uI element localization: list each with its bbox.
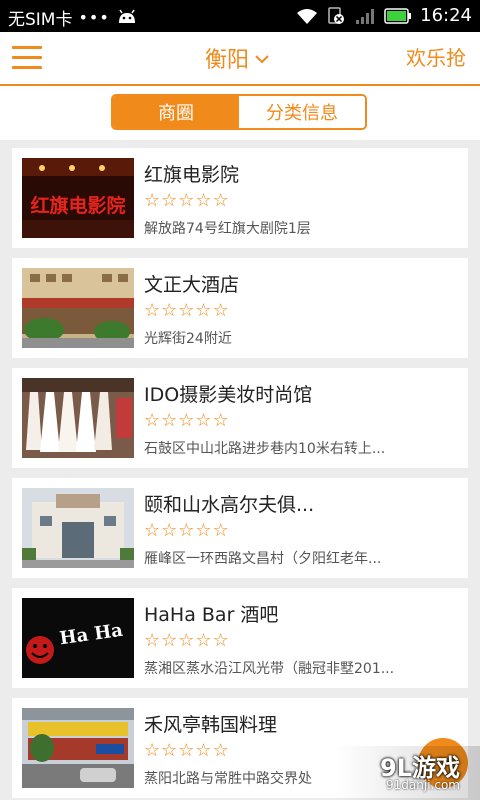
star-icon: ☆	[144, 520, 161, 541]
star-icon: ☆	[178, 300, 195, 321]
star-icon: ☆	[161, 300, 178, 321]
star-icon: ☆	[144, 410, 161, 431]
carrier-label: 无SIM卡	[8, 10, 73, 30]
thumbnail-hotel	[22, 268, 134, 348]
star-icon: ☆	[161, 520, 178, 541]
rating-stars: ☆ ☆ ☆ ☆ ☆	[144, 632, 229, 650]
star-icon: ☆	[178, 740, 195, 761]
item-title: 禾风亭韩国料理	[144, 714, 278, 736]
tab-business-district[interactable]: 商圈	[113, 96, 239, 128]
watermark-sub: 91danji.com	[386, 778, 460, 792]
list-item[interactable]: 红旗电影院 红旗电影院 ☆ ☆ ☆ ☆ ☆ 解放路74号红旗大剧院1层	[12, 148, 468, 248]
watermark: 9L游戏 91danji.com	[334, 746, 480, 800]
wifi-icon	[296, 7, 318, 25]
star-icon: ☆	[195, 410, 212, 431]
star-icon: ☆	[144, 740, 161, 761]
item-title: IDO摄影美妆时尚馆	[144, 384, 313, 406]
item-title: 红旗电影院	[144, 164, 240, 186]
item-address: 光辉街24附近	[144, 331, 232, 347]
cinema-sign-text: 红旗电影院	[30, 194, 125, 217]
happy-grab-link[interactable]: 欢乐抢	[406, 42, 466, 71]
city-selector[interactable]: 衡阳	[205, 42, 269, 74]
star-icon: ☆	[161, 740, 178, 761]
thumbnail-cinema: 红旗电影院	[22, 158, 134, 238]
star-icon: ☆	[212, 190, 229, 211]
star-icon: ☆	[212, 630, 229, 651]
list-item[interactable]: 颐和山水高尔夫俱... ☆ ☆ ☆ ☆ ☆ 雁峰区一环西路文昌村（夕阳红老年..…	[12, 478, 468, 578]
rating-stars: ☆ ☆ ☆ ☆ ☆	[144, 412, 229, 430]
item-title: 文正大酒店	[144, 274, 240, 296]
no-sim-icon	[326, 6, 346, 26]
star-icon: ☆	[212, 410, 229, 431]
status-right: 16:24	[296, 5, 472, 26]
status-dots: •••	[78, 8, 110, 27]
top-navbar: 衡阳 欢乐抢	[0, 32, 480, 86]
star-icon: ☆	[195, 630, 212, 651]
rating-stars: ☆ ☆ ☆ ☆ ☆	[144, 522, 229, 540]
star-icon: ☆	[144, 630, 161, 651]
thumbnail-golf-club	[22, 488, 134, 568]
segment-bar: 商圈 分类信息	[0, 86, 480, 140]
android-icon	[116, 9, 138, 27]
status-left: 无SIM卡 •••	[8, 5, 138, 30]
star-icon: ☆	[161, 190, 178, 211]
status-bar: 无SIM卡 ••• 16:24	[0, 0, 480, 32]
star-icon: ☆	[212, 520, 229, 541]
star-icon: ☆	[195, 190, 212, 211]
star-icon: ☆	[144, 190, 161, 211]
star-icon: ☆	[161, 630, 178, 651]
rating-stars: ☆ ☆ ☆ ☆ ☆	[144, 302, 229, 320]
star-icon: ☆	[161, 410, 178, 431]
chevron-down-icon	[255, 52, 269, 68]
tab-category-info[interactable]: 分类信息	[239, 96, 365, 128]
rating-stars: ☆ ☆ ☆ ☆ ☆	[144, 742, 229, 760]
star-icon: ☆	[178, 630, 195, 651]
hamburger-icon[interactable]	[12, 46, 42, 70]
city-label: 衡阳	[205, 48, 250, 73]
item-address: 雁峰区一环西路文昌村（夕阳红老年...	[144, 551, 382, 567]
list-item[interactable]: 文正大酒店 ☆ ☆ ☆ ☆ ☆ 光辉街24附近	[12, 258, 468, 358]
item-address: 蒸阳北路与常胜中路交界处	[144, 771, 312, 787]
thumbnail-korean-restaurant	[22, 708, 134, 788]
signal-icon	[354, 7, 376, 25]
star-icon: ☆	[212, 300, 229, 321]
star-icon: ☆	[195, 300, 212, 321]
star-icon: ☆	[195, 740, 212, 761]
thumbnail-bar: Ha Ha	[22, 598, 134, 678]
clock: 16:24	[420, 5, 472, 26]
segment-control: 商圈 分类信息	[111, 94, 367, 130]
item-title: 颐和山水高尔夫俱...	[144, 494, 315, 516]
item-address: 石鼓区中山北路进步巷内10米右转上...	[144, 441, 386, 457]
star-icon: ☆	[178, 520, 195, 541]
rating-stars: ☆ ☆ ☆ ☆ ☆	[144, 192, 229, 210]
star-icon: ☆	[144, 300, 161, 321]
star-icon: ☆	[212, 740, 229, 761]
star-icon: ☆	[178, 410, 195, 431]
list-item[interactable]: Ha Ha HaHa Bar 酒吧 ☆ ☆ ☆ ☆ ☆ 蒸湘区蒸水沿江风光带（融…	[12, 588, 468, 688]
item-address: 解放路74号红旗大剧院1层	[144, 221, 311, 237]
battery-icon	[384, 7, 412, 24]
star-icon: ☆	[195, 520, 212, 541]
star-icon: ☆	[178, 190, 195, 211]
item-title: HaHa Bar 酒吧	[144, 604, 279, 626]
list-item[interactable]: IDO摄影美妆时尚馆 ☆ ☆ ☆ ☆ ☆ 石鼓区中山北路进步巷内10米右转上..…	[12, 368, 468, 468]
thumbnail-photo-studio	[22, 378, 134, 458]
item-address: 蒸湘区蒸水沿江风光带（融冠非墅201...	[144, 661, 395, 677]
